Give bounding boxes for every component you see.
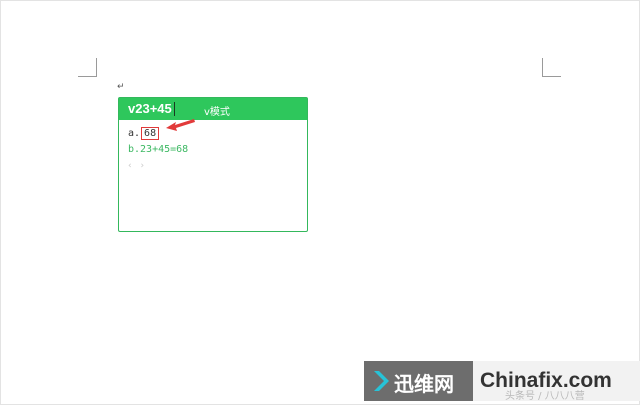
watermark-cn-name: 迅维网 — [394, 372, 454, 396]
candidate-a-prefix: a. — [128, 128, 141, 139]
chevron-logo-icon — [374, 371, 389, 391]
candidate-b[interactable]: b.23+45=68 — [128, 144, 188, 155]
candidate-pager[interactable]: ‹ › — [128, 161, 147, 171]
ime-input-text: v23+45 — [128, 101, 172, 116]
text-caret — [174, 102, 175, 116]
margin-corner-top-left — [78, 58, 97, 77]
ime-input-bar: v23+45 v模式 — [119, 98, 307, 120]
ime-candidate-window: v23+45 v模式 a. 68 b.23+45=68 ‹ › — [118, 97, 308, 232]
watermark-caption: 头条号 / 八八八营 — [505, 391, 585, 402]
candidate-a-value[interactable]: 68 — [141, 127, 160, 140]
red-arrow-icon — [166, 119, 195, 131]
candidate-a[interactable]: a. 68 — [128, 127, 160, 140]
watermark-logo-block: 迅维网 — [364, 361, 473, 401]
paragraph-mark-icon: ↵ — [117, 82, 125, 92]
margin-corner-top-right — [542, 58, 561, 77]
ime-mode-label: v模式 — [204, 107, 230, 118]
